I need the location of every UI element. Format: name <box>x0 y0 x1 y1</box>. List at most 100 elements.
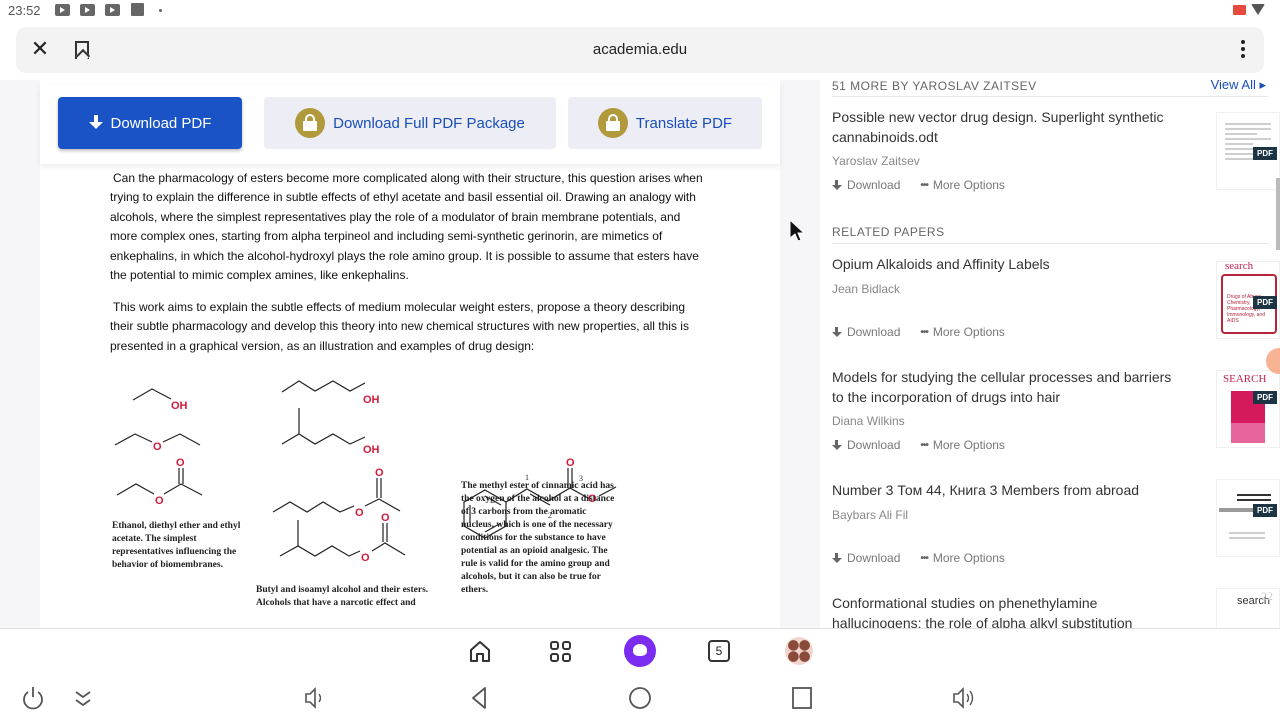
volume-up-icon[interactable] <box>950 684 978 712</box>
more-options-link[interactable]: ••• More Options <box>920 551 1005 565</box>
paper-item[interactable]: Models for studying the cellular process… <box>832 368 1280 452</box>
document-paragraph: Can the pharmacology of esters become mo… <box>110 169 710 285</box>
paper-thumbnail[interactable]: PDF <box>1216 112 1280 190</box>
sidebar: 51 More by Yaroslav Zaitsev View All ▸ P… <box>820 80 1280 628</box>
download-link[interactable]: Download <box>832 438 900 452</box>
download-full-pdf-package-button[interactable]: Download Full PDF Package <box>264 97 556 149</box>
divider <box>832 243 1268 244</box>
download-icon <box>832 439 842 451</box>
more-options-label: More Options <box>932 325 1005 339</box>
youtube-icon <box>80 4 95 16</box>
more-horizontal-icon: ••• <box>920 552 928 564</box>
paper-author[interactable]: Jean Bidlack <box>832 282 1272 296</box>
ether-bond <box>162 433 201 446</box>
url-text[interactable]: academia.edu <box>16 41 1264 58</box>
paper-author[interactable]: Diana Wilkins <box>832 414 1272 428</box>
divider <box>832 96 1268 97</box>
figure-caption: The methyl ester of cinnamic acid has th… <box>461 481 615 595</box>
paper-actions: Download ••• More Options <box>832 438 1005 452</box>
volume-down-icon[interactable] <box>300 684 328 712</box>
document-paragraph: This work aims to explain the subtle eff… <box>110 298 710 356</box>
status-time: 23:52 <box>8 3 41 18</box>
apps-grid-icon[interactable] <box>546 637 574 665</box>
paper-title[interactable]: Number 3 Том 44, Книга 3 Members from ab… <box>832 481 1192 501</box>
download-link[interactable]: Download <box>832 551 900 565</box>
download-link[interactable]: Download <box>832 325 900 339</box>
download-pdf-label: Download PDF <box>110 114 212 132</box>
alice-assistant-icon[interactable] <box>624 635 656 667</box>
browser-bottom-nav: 5 <box>0 628 1280 672</box>
paper-actions: Download ••• More Options <box>832 178 1005 192</box>
thumbnail-text: search <box>1225 260 1254 272</box>
figure-caption: Butyl and isoamyl alcohol and their este… <box>256 585 429 608</box>
download-pdf-button[interactable]: Download PDF <box>58 97 242 149</box>
collapse-icon[interactable] <box>69 684 97 712</box>
atom-label: OH <box>363 394 380 406</box>
mouse-cursor-icon <box>789 219 805 242</box>
translate-pdf-button[interactable]: Translate PDF <box>568 97 762 149</box>
tabs-icon[interactable]: 5 <box>705 637 733 665</box>
atom-label: OH <box>171 400 188 412</box>
more-options-label: More Options <box>932 438 1005 452</box>
paper-thumbnail[interactable]: PDF <box>1216 479 1280 557</box>
more-options-label: More Options <box>932 551 1005 565</box>
profile-avatar[interactable] <box>785 637 813 665</box>
more-options-link[interactable]: ••• More Options <box>920 438 1005 452</box>
download-icon <box>832 552 842 564</box>
home-icon[interactable] <box>466 637 494 665</box>
download-icon <box>832 179 842 191</box>
atom-label: O <box>155 495 164 507</box>
download-label: Download <box>847 438 901 452</box>
sidebar-scrollbar[interactable] <box>1276 178 1280 250</box>
paper-item[interactable]: Conformational studies on phenethylamine… <box>832 588 1280 628</box>
paper-actions: Download ••• More Options <box>832 551 1005 565</box>
paper-item[interactable]: Opium Alkaloids and Affinity Labels Jean… <box>832 255 1280 339</box>
paper-thumbnail[interactable]: SEARCH PDF <box>1216 370 1280 448</box>
butyl-acetate-bond <box>272 501 355 513</box>
atom-label: O <box>375 467 384 479</box>
paper-thumbnail[interactable]: Drugs of Abuse Chemistry, Pharmacology, … <box>1216 260 1280 339</box>
paper-thumbnail[interactable]: search 22 <box>1216 588 1280 628</box>
home-circle-icon[interactable] <box>626 684 654 712</box>
browser-address-bar: ✕ academia.edu <box>16 27 1264 73</box>
pdf-badge: PDF <box>1253 504 1277 517</box>
more-options-label: More Options <box>932 178 1005 192</box>
youtube-icon <box>55 4 70 16</box>
download-link[interactable]: Download <box>832 178 900 192</box>
paragraph-text: Can the pharmacology of esters become mo… <box>110 171 703 283</box>
pdf-badge: PDF <box>1253 296 1277 309</box>
app-square-icon <box>131 3 144 16</box>
butanol-bond <box>281 380 366 393</box>
document-scroll-gutter <box>780 80 820 628</box>
paper-item[interactable]: Number 3 Том 44, Книга 3 Members from ab… <box>832 479 1280 565</box>
paper-author[interactable]: Baybars Ali Fil <box>832 508 1272 522</box>
paper-actions: Download ••• More Options <box>832 325 1005 339</box>
system-navigation-bar <box>0 674 1280 720</box>
back-icon[interactable] <box>465 684 493 712</box>
paper-title[interactable]: Opium Alkaloids and Affinity Labels <box>832 255 1182 275</box>
power-icon[interactable] <box>19 684 47 712</box>
more-options-link[interactable]: ••• More Options <box>920 178 1005 192</box>
recents-icon[interactable] <box>788 684 816 712</box>
paper-item[interactable]: Possible new vector drug design. Superli… <box>832 108 1280 192</box>
more-vertical-icon[interactable] <box>1240 40 1246 62</box>
paragraph-text: This work aims to explain the subtle eff… <box>110 300 689 353</box>
thumbnail-text: SEARCH <box>1223 373 1267 385</box>
paper-author[interactable]: Yaroslav Zaitsev <box>832 154 1272 168</box>
more-by-author-heading: 51 More by Yaroslav Zaitsev <box>832 80 1037 93</box>
thumbnail-text: 22 <box>1261 589 1273 603</box>
more-horizontal-icon: ••• <box>920 326 928 338</box>
more-horizontal-icon: ••• <box>920 439 928 451</box>
ether-bond <box>114 433 153 446</box>
cast-icon <box>1233 5 1246 15</box>
figure-caption: Ethanol, diethyl ether and ethyl acetate… <box>112 521 241 570</box>
paper-title[interactable]: Models for studying the cellular process… <box>832 368 1182 407</box>
view-all-link[interactable]: View All ▸ <box>1211 80 1266 93</box>
paper-title[interactable]: Conformational studies on phenethylamine… <box>832 594 1182 628</box>
atom-label: O <box>566 457 575 469</box>
download-label: Download <box>847 178 901 192</box>
paper-title[interactable]: Possible new vector drug design. Superli… <box>832 108 1182 147</box>
more-dot-icon <box>159 9 162 12</box>
more-options-link[interactable]: ••• More Options <box>920 325 1005 339</box>
status-bar: 23:52 <box>0 0 1280 22</box>
